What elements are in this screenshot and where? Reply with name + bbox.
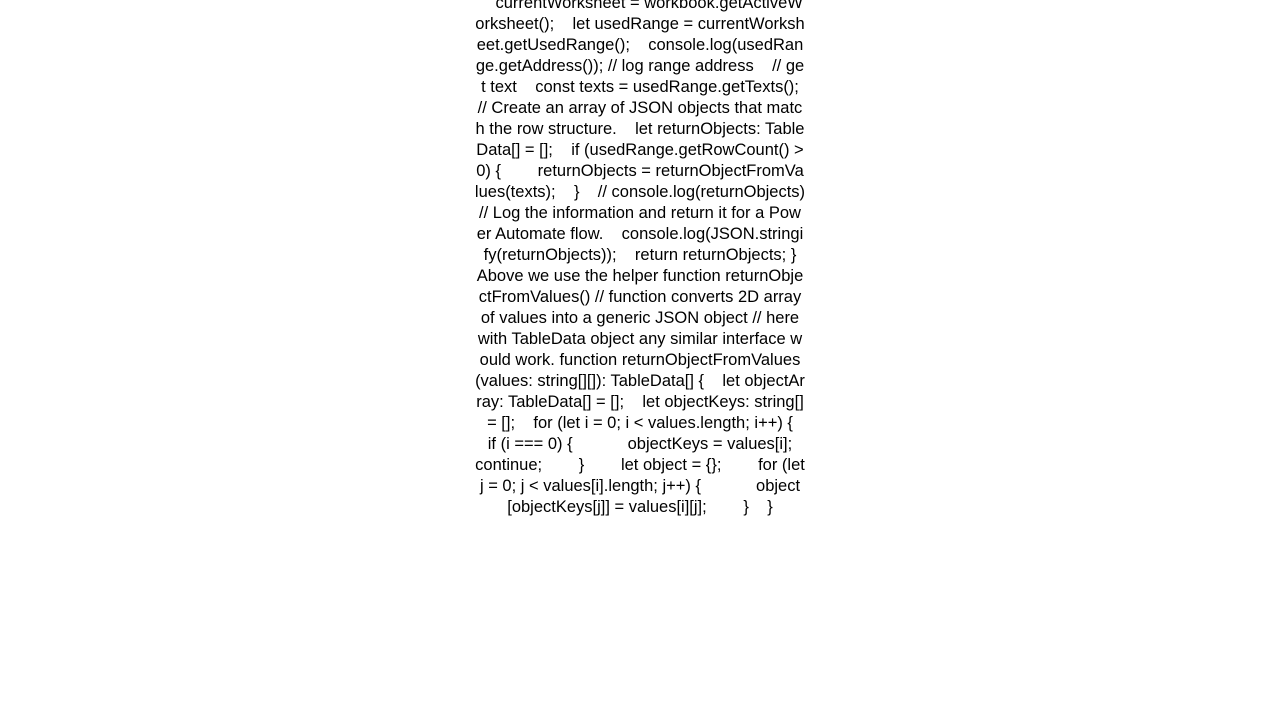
page-root: currentWorksheet = workbook.getActiveWor… xyxy=(0,0,1280,720)
code-text-block: currentWorksheet = workbook.getActiveWor… xyxy=(474,0,848,516)
